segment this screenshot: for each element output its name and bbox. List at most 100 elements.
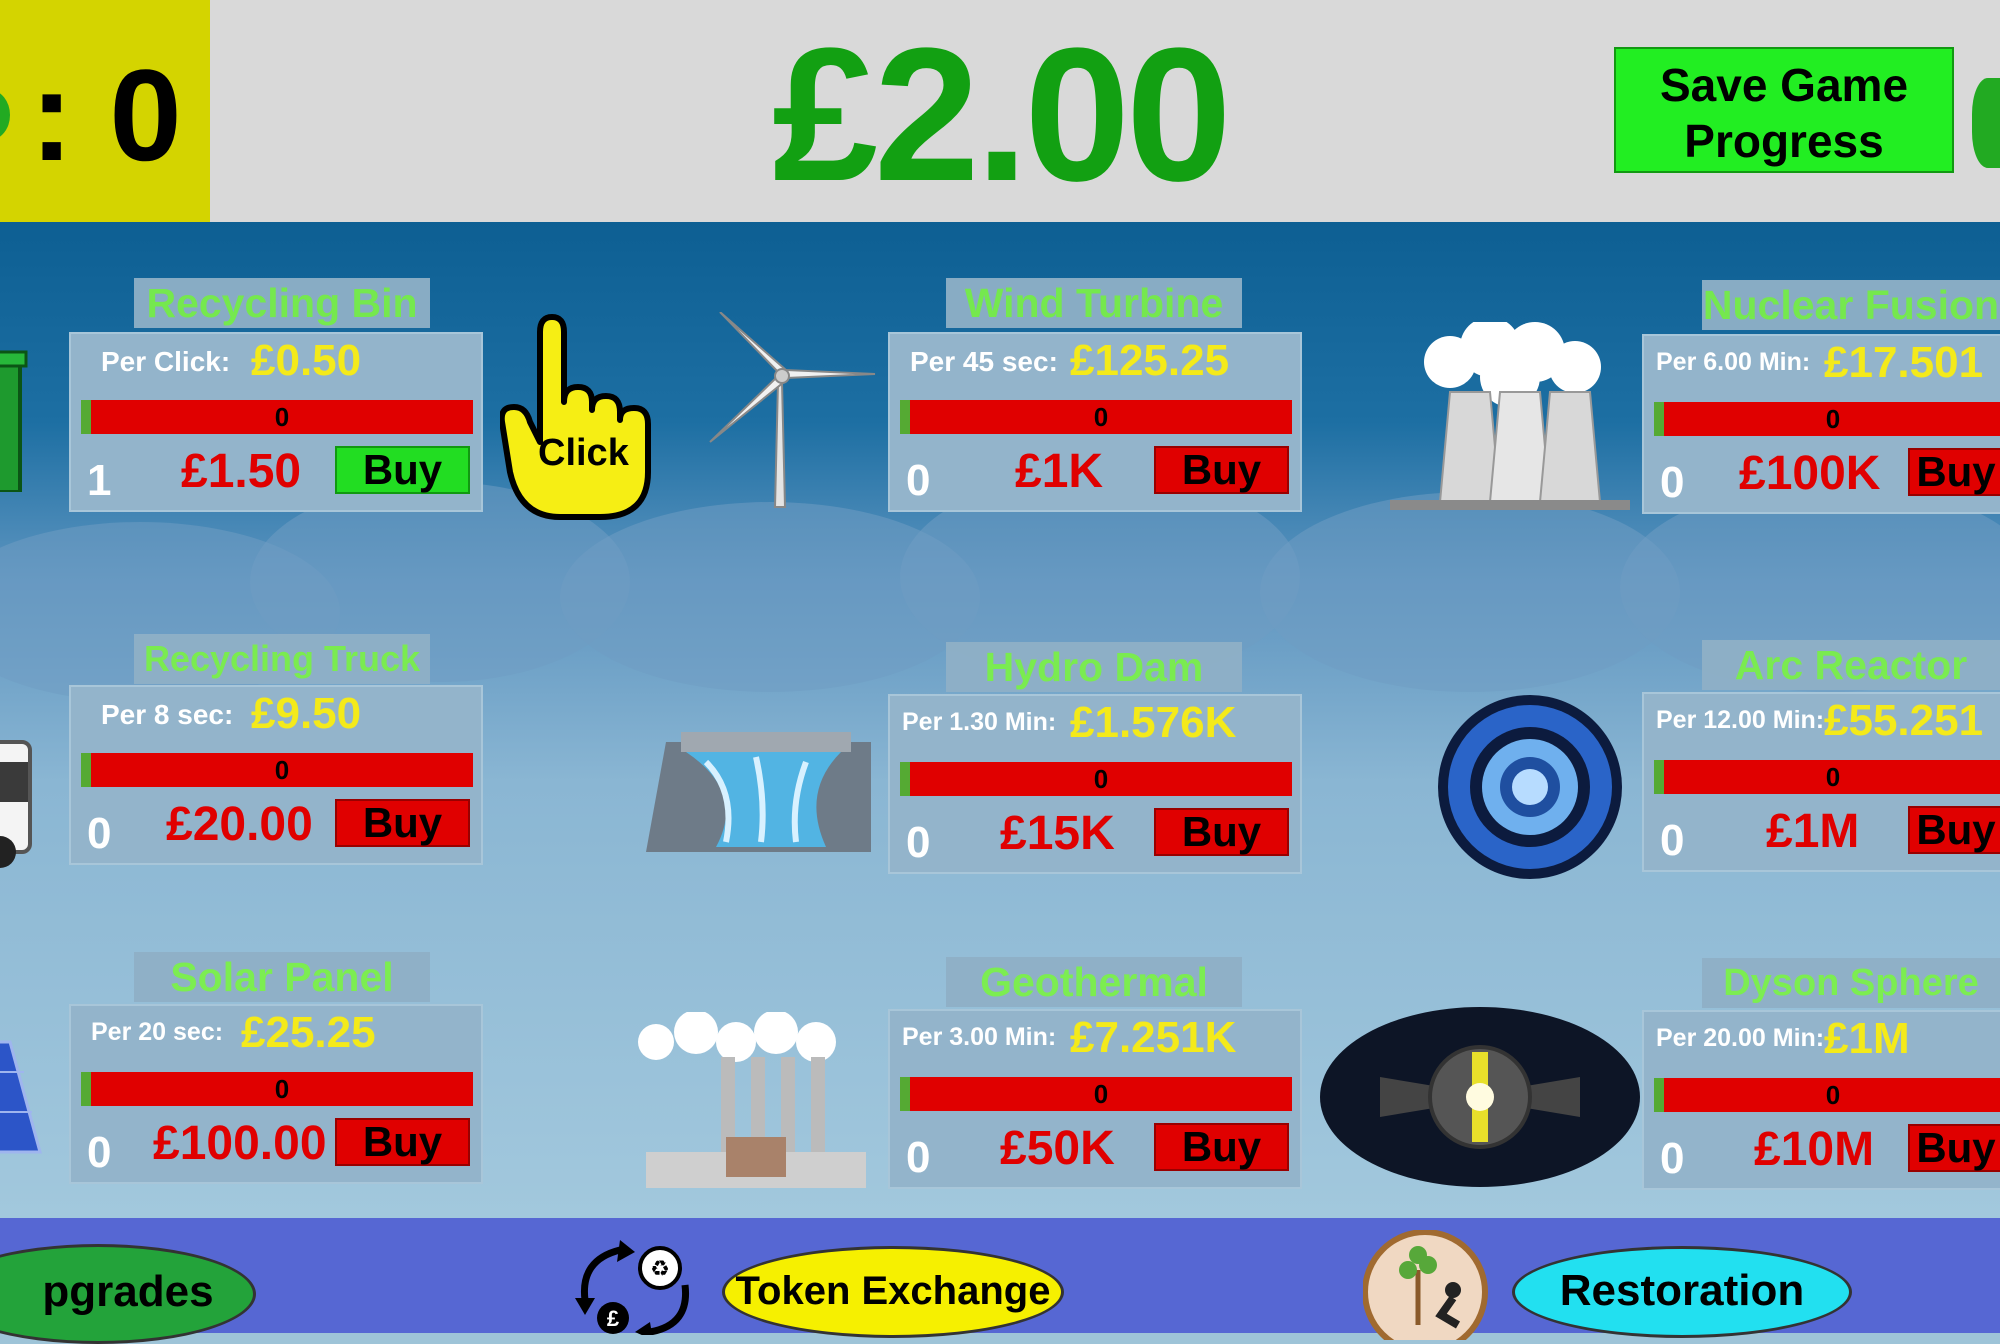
progress-bar: 0 [81, 400, 473, 434]
buy-button-geothermal[interactable]: Buy [1154, 1123, 1289, 1171]
owned-count: 0 [906, 818, 931, 867]
pointer-hand-icon [498, 314, 651, 520]
owned-count: 0 [906, 1133, 931, 1182]
buy-label: Buy [1916, 806, 1996, 853]
progress-value: 0 [1093, 1079, 1109, 1109]
owned-count: 1 [87, 456, 112, 505]
restoration-tree-icon[interactable] [1363, 1230, 1488, 1340]
per-value: £7.251K [1070, 1013, 1237, 1062]
per-label: Per 8 sec: [101, 699, 234, 730]
buy-button-arc-reactor[interactable]: Buy [1908, 806, 2000, 854]
card-title-recycling-bin: Recycling Bin [134, 278, 430, 328]
buy-label: Buy [1916, 1124, 1996, 1171]
hydro-dam-icon [646, 732, 871, 852]
per-label: Per 20.00 Min: [1656, 1024, 1825, 1052]
per-label: Per 6.00 Min: [1656, 348, 1811, 376]
svg-text:£: £ [607, 1306, 620, 1331]
per-label: Per 45 sec: [910, 346, 1058, 377]
card-nuclear-fusion: Per 6.00 Min: £17.501 0 0 £100K Buy [1642, 334, 2000, 514]
token-exchange-button[interactable]: Token Exchange [722, 1246, 1064, 1338]
price: £15K [1000, 807, 1115, 860]
solar-panel-icon [0, 1040, 42, 1154]
progress-value: 0 [1825, 762, 1841, 792]
dyson-sphere-icon [1320, 1007, 1640, 1187]
price: £1.50 [181, 445, 302, 498]
upgrades-button[interactable]: pgrades [0, 1244, 256, 1344]
token-icon [0, 90, 10, 140]
card-recycling-bin: Per Click: £0.50 0 1 £1.50 Buy [69, 332, 483, 512]
price: £50K [1000, 1122, 1115, 1175]
progress-bar: 0 [81, 753, 473, 787]
per-value: £25.25 [241, 1008, 376, 1057]
token-count: : 0 [30, 42, 182, 188]
save-game-button[interactable]: Save Game Progress [1614, 47, 1954, 173]
price: £10M [1754, 1123, 1875, 1176]
buy-button-recycling-truck[interactable]: Buy [335, 799, 470, 847]
svg-text:♻: ♻ [650, 1257, 670, 1282]
save-button-line1: Save Game [1659, 59, 1909, 111]
card-dyson-sphere: Per 20.00 Min: £1M 0 0 £10M Buy [1642, 1010, 2000, 1190]
wind-turbine-icon [709, 312, 876, 508]
card-solar-panel: Per 20 sec: £25.25 0 0 £100.00 Buy [69, 1004, 483, 1184]
progress-bar: 0 [900, 762, 1292, 796]
per-label: Per 12.00 Min: [1656, 706, 1825, 734]
restoration-button[interactable]: Restoration [1512, 1246, 1852, 1338]
card-geothermal: Per 3.00 Min: £7.251K 0 0 £50K Buy [888, 1009, 1302, 1189]
per-value: £0.50 [251, 336, 362, 385]
card-title-hydro-dam: Hydro Dam [946, 642, 1242, 692]
progress-value: 0 [1093, 764, 1109, 794]
per-label: Per 20 sec: [91, 1018, 224, 1046]
card-title-solar-panel: Solar Panel [134, 952, 430, 1002]
click-label: Click [538, 432, 629, 474]
price: £20.00 [166, 798, 313, 851]
buy-button-wind-turbine[interactable]: Buy [1154, 446, 1289, 494]
per-value: £1.576K [1070, 698, 1237, 747]
price: £1M [1766, 805, 1860, 858]
per-value: £55.251 [1824, 696, 1984, 745]
progress-value: 0 [1825, 404, 1841, 434]
price: £100K [1739, 447, 1881, 500]
card-wind-turbine: Per 45 sec: £125.25 0 0 £1K Buy [888, 332, 1302, 512]
price: £100.00 [153, 1117, 327, 1170]
buy-button-solar-panel[interactable]: Buy [335, 1118, 470, 1166]
save-button-line2: Progress [1684, 115, 1884, 167]
buy-button-dyson-sphere[interactable]: Buy [1908, 1124, 2000, 1172]
progress-value: 0 [274, 755, 290, 785]
upgrades-label: pgrades [42, 1267, 214, 1316]
progress-bar: 0 [1654, 1078, 2000, 1112]
buy-button-recycling-bin[interactable]: Buy [335, 446, 470, 494]
buy-button-hydro-dam[interactable]: Buy [1154, 808, 1289, 856]
bottom-bar: pgrades ♻ £ Token Exchange Restoration [0, 1218, 2000, 1344]
card-hydro-dam: Per 1.30 Min: £1.576K 0 0 £15K Buy [888, 694, 1302, 874]
progress-value: 0 [274, 402, 290, 432]
per-label: Per 3.00 Min: [902, 1023, 1057, 1051]
owned-count: 0 [1660, 458, 1685, 507]
card-recycling-truck: Per 8 sec: £9.50 0 0 £20.00 Buy [69, 685, 483, 865]
currency-recycle-icon[interactable]: ♻ £ [565, 1240, 705, 1335]
token-counter-box: : 0 [0, 0, 210, 222]
card-title-dyson-sphere: Dyson Sphere [1702, 958, 2000, 1008]
card-title-nuclear-fusion: Nuclear Fusion [1702, 280, 2000, 330]
settings-leaf-icon[interactable] [1972, 78, 2000, 168]
card-title-geothermal: Geothermal [946, 957, 1242, 1007]
click-button[interactable]: Click [498, 312, 660, 522]
card-title-recycling-truck: Recycling Truck [134, 634, 430, 684]
arc-reactor-icon [1438, 695, 1622, 879]
owned-count: 0 [906, 456, 931, 505]
progress-bar: 0 [900, 400, 1292, 434]
card-title-arc-reactor: Arc Reactor [1702, 640, 2000, 690]
per-label: Per Click: [101, 346, 231, 377]
progress-bar: 0 [900, 1077, 1292, 1111]
per-label: Per 1.30 Min: [902, 708, 1057, 736]
recycling-truck-icon [0, 740, 32, 868]
buy-button-nuclear-fusion[interactable]: Buy [1908, 448, 2000, 496]
nuclear-plant-icon [1390, 322, 1630, 510]
owned-count: 0 [87, 1128, 112, 1177]
owned-count: 0 [87, 809, 112, 858]
owned-count: 0 [1660, 816, 1685, 865]
progress-value: 0 [1093, 402, 1109, 432]
progress-bar: 0 [1654, 760, 2000, 794]
card-title-wind-turbine: Wind Turbine [946, 278, 1242, 328]
progress-value: 0 [1825, 1080, 1841, 1110]
game-area: Click Recycling Bin Per Click: £0.50 0 1… [0, 222, 2000, 1218]
